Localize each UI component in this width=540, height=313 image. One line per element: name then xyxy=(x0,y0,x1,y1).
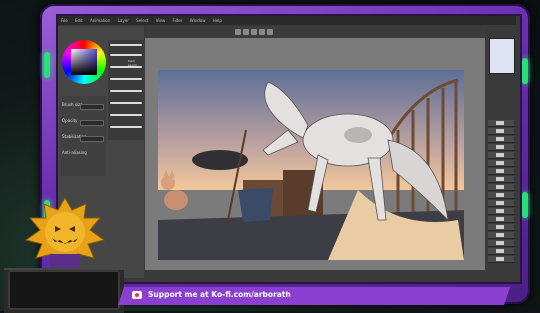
menu-item[interactable]: View xyxy=(156,18,166,23)
ko-fi-cup-icon xyxy=(132,291,142,299)
menu-item[interactable]: Select xyxy=(136,18,148,23)
tool-property-panel: Brush size Opacity Stabilization Anti-al… xyxy=(60,96,106,176)
brush-stroke[interactable] xyxy=(110,114,142,116)
brush-stroke[interactable] xyxy=(110,126,142,128)
layer-row[interactable] xyxy=(488,136,514,143)
kofi-banner[interactable]: Support me at Ko-fi.com/arborath xyxy=(118,287,510,305)
menu-bar: File Edit Animation Layer Select View Fi… xyxy=(58,16,516,25)
layer-row[interactable] xyxy=(488,144,514,151)
layer-row[interactable] xyxy=(488,216,514,223)
prop-label: Opacity xyxy=(62,118,78,123)
brush-stroke[interactable] xyxy=(110,66,142,68)
prop-slider[interactable] xyxy=(80,104,104,110)
frame-gem-right-top xyxy=(522,58,528,84)
layer-row[interactable] xyxy=(488,240,514,247)
desk-monitor xyxy=(8,270,120,310)
menu-item[interactable]: Layer xyxy=(118,18,129,23)
menu-item[interactable]: File xyxy=(61,18,68,23)
layer-row[interactable] xyxy=(488,224,514,231)
layer-row[interactable] xyxy=(488,152,514,159)
layer-row[interactable] xyxy=(488,184,514,191)
layer-row[interactable] xyxy=(488,160,514,167)
menu-item[interactable]: Window xyxy=(190,18,206,23)
prop-slider[interactable] xyxy=(80,136,104,142)
artwork-canvas[interactable] xyxy=(158,70,464,260)
brush-stroke[interactable] xyxy=(110,78,142,80)
command-bar xyxy=(145,26,485,38)
layer-row[interactable] xyxy=(488,192,514,199)
menu-item[interactable]: Edit xyxy=(75,18,83,23)
layer-row[interactable] xyxy=(488,256,514,263)
brush-stroke[interactable] xyxy=(110,90,142,92)
prop-label: Anti-aliasing xyxy=(62,150,87,155)
undo-icon[interactable] xyxy=(259,29,265,35)
open-file-icon[interactable] xyxy=(243,29,249,35)
brush-list: Dark pencil xyxy=(108,40,144,140)
layer-row[interactable] xyxy=(488,120,514,127)
prop-opacity[interactable]: Opacity xyxy=(62,118,104,126)
redo-icon[interactable] xyxy=(267,29,273,35)
frame-gem-right-bottom xyxy=(522,192,528,218)
prop-brush-size[interactable]: Brush size xyxy=(62,102,104,110)
layer-row[interactable] xyxy=(488,200,514,207)
prop-stabilization[interactable]: Stabilization xyxy=(62,134,104,142)
navigator-thumbnail[interactable] xyxy=(489,38,515,74)
layer-row[interactable] xyxy=(488,232,514,239)
pumpkin-mascot xyxy=(24,197,106,276)
color-picker-square[interactable] xyxy=(71,49,97,75)
brush-stroke[interactable] xyxy=(110,44,142,46)
frame-gem-left-top xyxy=(44,52,50,78)
layer-row[interactable] xyxy=(488,176,514,183)
menu-item[interactable]: Help xyxy=(213,18,222,23)
save-icon[interactable] xyxy=(251,29,257,35)
bucket xyxy=(238,188,273,222)
layer-row[interactable] xyxy=(488,248,514,255)
brush-stroke[interactable] xyxy=(110,54,142,56)
prop-anti-aliasing[interactable]: Anti-aliasing xyxy=(62,150,104,158)
prop-slider[interactable] xyxy=(80,120,104,126)
brush-stroke[interactable] xyxy=(110,102,142,104)
layer-row[interactable] xyxy=(488,168,514,175)
menu-item[interactable]: Filter xyxy=(173,18,183,23)
kofi-banner-text: Support me at Ko-fi.com/arborath xyxy=(148,290,291,299)
new-file-icon[interactable] xyxy=(235,29,241,35)
layer-row[interactable] xyxy=(488,128,514,135)
menu-item[interactable]: Animation xyxy=(90,18,110,23)
layer-row[interactable] xyxy=(488,208,514,215)
